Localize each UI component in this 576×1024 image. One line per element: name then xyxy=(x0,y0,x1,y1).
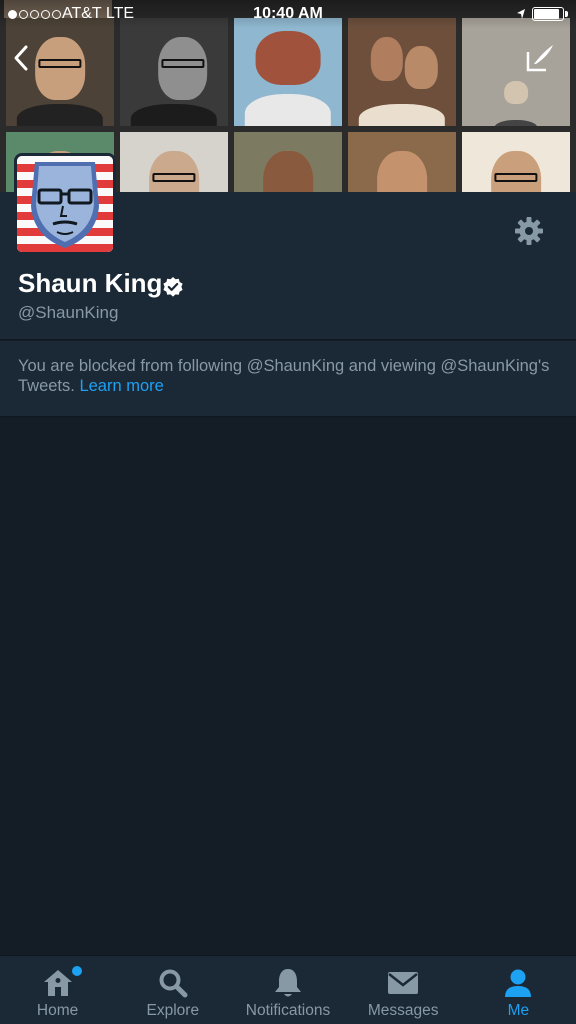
learn-more-link[interactable]: Learn more xyxy=(79,377,163,395)
avatar[interactable] xyxy=(14,153,116,255)
compose-icon xyxy=(526,45,553,72)
location-arrow-icon xyxy=(517,9,525,19)
tab-bar: Home Explore Notifications Messages Me xyxy=(0,955,576,1024)
search-icon xyxy=(156,967,190,999)
chevron-left-icon xyxy=(14,45,28,71)
battery-level-fill xyxy=(534,9,560,19)
blocked-notice-text: You are blocked from following @ShaunKin… xyxy=(18,356,558,396)
home-icon xyxy=(41,967,75,999)
status-bar: AT&T LTE 10:40 AM xyxy=(0,0,576,28)
battery-icon xyxy=(532,7,568,21)
blocked-notice: You are blocked from following @ShaunKin… xyxy=(0,341,576,416)
tab-label: Notifications xyxy=(245,1002,331,1019)
collage-photo xyxy=(120,18,228,126)
profile-screen-name: @ShaunKing xyxy=(18,303,119,322)
tab-home[interactable]: Home xyxy=(0,956,115,1024)
status-time: 10:40 AM xyxy=(253,5,323,22)
compose-tweet-button[interactable] xyxy=(520,40,560,76)
envelope-icon xyxy=(386,967,420,999)
tab-label: Me xyxy=(507,1002,530,1019)
back-button[interactable] xyxy=(6,40,36,76)
tab-notifications[interactable]: Notifications xyxy=(230,956,345,1024)
tab-messages[interactable]: Messages xyxy=(346,956,461,1024)
collage-photo xyxy=(120,132,228,192)
tab-me[interactable]: Me xyxy=(461,956,576,1024)
collage-photo xyxy=(462,132,570,192)
tab-label: Messages xyxy=(367,1002,439,1019)
divider xyxy=(0,416,576,417)
profile-settings-button[interactable] xyxy=(510,212,548,250)
verified-badge-icon xyxy=(163,277,183,297)
tab-label: Explore xyxy=(146,1002,200,1019)
profile-display-name: Shaun King xyxy=(18,268,163,298)
collage-photo xyxy=(348,132,456,192)
battery-tip xyxy=(565,11,568,17)
bell-icon xyxy=(271,967,305,999)
collage-photo xyxy=(234,132,342,192)
person-icon xyxy=(501,967,535,999)
avatar-image xyxy=(17,156,113,252)
collage-photo xyxy=(348,18,456,126)
home-new-content-dot xyxy=(72,966,82,976)
tab-explore[interactable]: Explore xyxy=(115,956,230,1024)
gear-icon xyxy=(515,217,543,245)
divider xyxy=(0,339,576,340)
collage-photo xyxy=(234,18,342,126)
tab-label: Home xyxy=(36,1002,79,1019)
